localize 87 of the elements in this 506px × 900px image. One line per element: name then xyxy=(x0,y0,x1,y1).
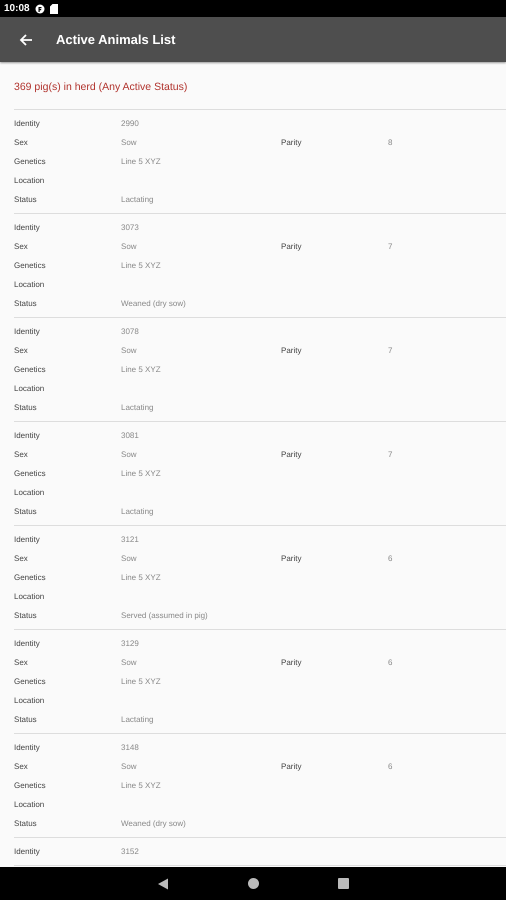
field-label: Genetics xyxy=(14,261,47,270)
field-label: Location xyxy=(14,280,46,289)
field-value: Served (assumed in pig) xyxy=(121,611,208,620)
field-label: Parity xyxy=(281,346,302,355)
field-label: Identity xyxy=(14,119,41,128)
notification-icon xyxy=(34,4,45,14)
field-value: 6 xyxy=(388,762,392,771)
field-value: Weaned (dry sow) xyxy=(121,819,186,828)
field-value: Line 5 XYZ xyxy=(121,469,161,478)
field-value: Line 5 XYZ xyxy=(121,365,161,374)
field-value: Line 5 XYZ xyxy=(121,157,161,166)
field-label: Location xyxy=(14,696,46,705)
field-label: Location xyxy=(14,176,46,185)
sd-card-icon xyxy=(50,4,58,14)
field-label: Sex xyxy=(14,658,29,667)
field-label: Identity xyxy=(14,743,41,752)
field-label: Parity xyxy=(281,762,302,771)
field-value: 7 xyxy=(388,450,392,459)
field-label: Identity xyxy=(14,431,41,440)
field-label: Status xyxy=(14,195,38,204)
field-value: Sow xyxy=(121,138,137,147)
field-value: 6 xyxy=(388,554,392,563)
field-label: Location xyxy=(14,592,46,601)
field-label: Identity xyxy=(14,639,41,648)
status-time: 10:08 xyxy=(4,3,30,14)
home-icon[interactable] xyxy=(248,878,259,889)
field-label: Location xyxy=(14,488,46,497)
screen-title: Active Animals List xyxy=(56,32,176,47)
field-label: Status xyxy=(14,299,38,308)
field-value: Sow xyxy=(121,554,137,563)
field-label: Status xyxy=(14,507,38,516)
field-label: Status xyxy=(14,819,38,828)
field-label: Genetics xyxy=(14,365,47,374)
field-label: Identity xyxy=(14,223,41,232)
field-value: Weaned (dry sow) xyxy=(121,299,186,308)
field-label: Sex xyxy=(14,242,29,251)
field-label: Status xyxy=(14,611,38,620)
field-value: Line 5 XYZ xyxy=(121,781,161,790)
field-value: Line 5 XYZ xyxy=(121,677,161,686)
field-label: Identity xyxy=(14,847,41,856)
field-value: 3081 xyxy=(121,431,139,440)
field-value: 3073 xyxy=(121,223,139,232)
back-arrow-icon[interactable] xyxy=(19,32,33,46)
field-value: Sow xyxy=(121,450,137,459)
field-value: 7 xyxy=(388,346,392,355)
field-label: Parity xyxy=(281,138,302,147)
field-value: 3129 xyxy=(121,639,139,648)
field-value: Sow xyxy=(121,658,137,667)
field-label: Parity xyxy=(281,242,302,251)
field-label: Identity xyxy=(14,327,41,336)
field-value: Lactating xyxy=(121,715,154,724)
field-value: 3078 xyxy=(121,327,139,336)
field-value: 8 xyxy=(388,138,392,147)
field-value: Sow xyxy=(121,762,137,771)
field-value: 7 xyxy=(388,242,392,251)
back-icon[interactable] xyxy=(157,878,169,890)
field-label: Location xyxy=(14,384,46,393)
field-value: Sow xyxy=(121,346,137,355)
field-label: Location xyxy=(14,800,46,809)
field-value: 3152 xyxy=(121,847,139,856)
field-label: Genetics xyxy=(14,469,47,478)
field-label: Genetics xyxy=(14,781,47,790)
field-label: Genetics xyxy=(14,677,47,686)
field-value: Line 5 XYZ xyxy=(121,573,161,582)
field-value: 3148 xyxy=(121,743,139,752)
field-value: 3121 xyxy=(121,535,139,544)
field-label: Genetics xyxy=(14,573,47,582)
field-value: Lactating xyxy=(121,403,154,412)
field-value: 2990 xyxy=(121,119,139,128)
field-value: Lactating xyxy=(121,507,154,516)
field-value: 6 xyxy=(388,658,392,667)
field-label: Status xyxy=(14,403,38,412)
field-value: Sow xyxy=(121,242,137,251)
field-label: Sex xyxy=(14,450,29,459)
field-label: Sex xyxy=(14,138,29,147)
field-label: Parity xyxy=(281,658,302,667)
field-label: Status xyxy=(14,715,38,724)
field-label: Sex xyxy=(14,762,29,771)
field-label: Sex xyxy=(14,346,29,355)
field-value: Line 5 XYZ xyxy=(121,261,161,270)
field-label: Parity xyxy=(281,450,302,459)
field-label: Sex xyxy=(14,554,29,563)
field-label: Genetics xyxy=(14,157,47,166)
field-label: Parity xyxy=(281,554,302,563)
herd-count: 369 pig(s) in herd (Any Active Status) xyxy=(14,62,506,110)
field-label: Identity xyxy=(14,535,41,544)
field-value: Lactating xyxy=(121,195,154,204)
